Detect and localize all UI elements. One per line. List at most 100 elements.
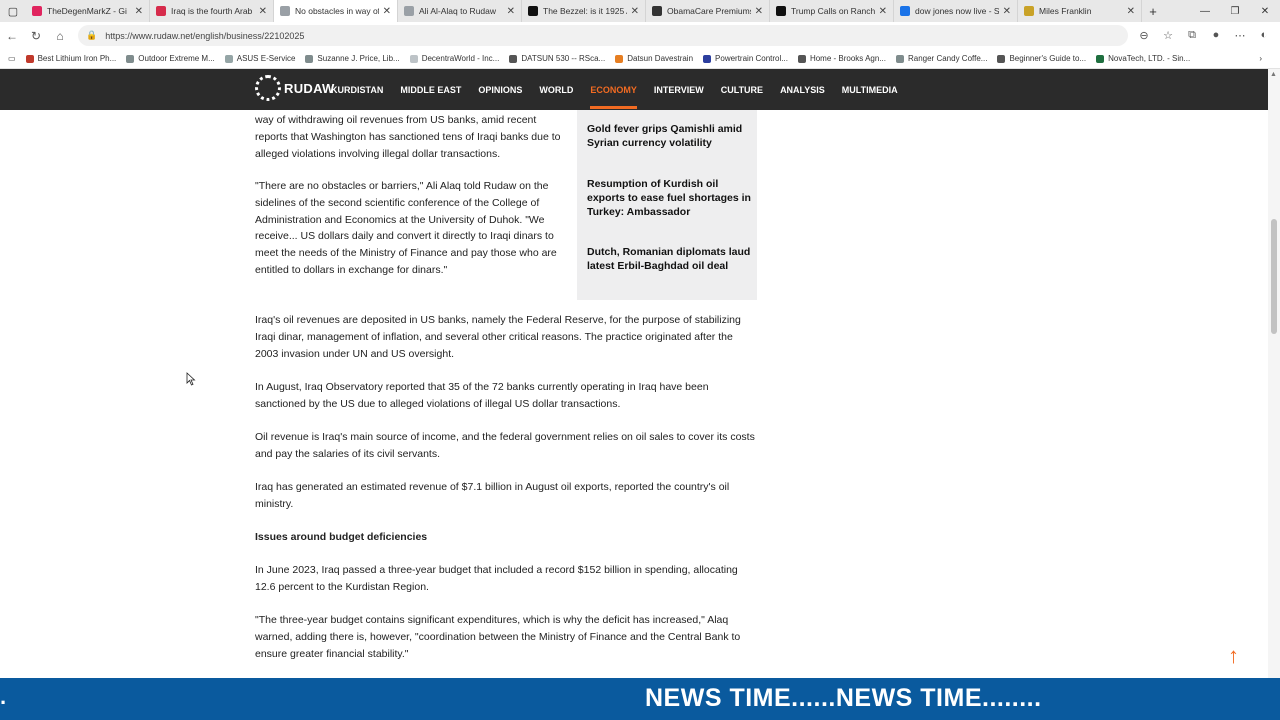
new-tab-icon[interactable]: + [1142, 4, 1164, 19]
bookmark-item[interactable]: NovaTech, LTD. - Sin... [1096, 54, 1190, 63]
tab-strip: ▢ TheDegenMarkZ - Gi ✕ Iraq is the fourth … [0, 0, 1280, 22]
bookmark-label: ASUS E-Service [236, 54, 296, 63]
bookmark-item[interactable]: DecentraWorld - Inc... [409, 54, 499, 63]
article-paragraph: Iraq's oil revenues are deposited in US … [255, 314, 741, 360]
bookmarks-menu-icon[interactable]: ▭ [8, 54, 16, 63]
menu-item-kurdistan[interactable]: KURDISTAN [331, 85, 383, 95]
browser-tab[interactable]: Ali Al-Alaq to Rudaw ✕ [398, 0, 522, 22]
back-icon[interactable]: ← [0, 24, 24, 48]
bookmark-favicon-icon [224, 54, 233, 63]
more-icon[interactable]: ⋯ [1230, 25, 1250, 45]
bookmark-favicon-icon [409, 54, 418, 63]
refresh-icon[interactable]: ↻ [24, 24, 48, 48]
article-paragraph: In August, Iraq Observatory reported tha… [255, 381, 709, 410]
tab-close-icon[interactable]: ✕ [507, 6, 515, 17]
tab-close-icon[interactable]: ✕ [259, 6, 267, 17]
article-subheading: Issues around budget deficiencies [255, 531, 428, 543]
copilot-icon[interactable]: ◐ [1254, 25, 1274, 45]
favorite-icon[interactable]: ☆ [1158, 25, 1178, 45]
site-logo[interactable]: RUDAW [255, 75, 335, 101]
bookmark-label: Beginner's Guide to... [1009, 54, 1087, 63]
bookmark-item[interactable]: Beginner's Guide to... [997, 54, 1086, 63]
bookmark-favicon-icon [615, 54, 624, 63]
menu-item-economy[interactable]: ECONOMY [590, 85, 637, 109]
browser-tab[interactable]: No obstacles in way of ✕ [274, 0, 398, 22]
article-paragraph: "There are no obstacles or barriers," Al… [255, 180, 557, 276]
tab-actions-icon[interactable]: ▢ [0, 0, 26, 22]
tab-title: No obstacles in way of [295, 6, 379, 16]
tab-title: TheDegenMarkZ - Gi [47, 6, 127, 16]
menu-item-interview[interactable]: INTERVIEW [654, 85, 704, 95]
navigation-bar: ← ↻ ⌂ 🔒 https://www.rudaw.net/english/bu… [0, 22, 1280, 49]
bookmark-item[interactable]: Suzanne J. Price, Lib... [305, 54, 400, 63]
collections-icon[interactable]: ⧉ [1182, 25, 1202, 45]
logo-text: RUDAW [284, 80, 335, 96]
bookmark-label: Best Lithium Iron Ph... [37, 54, 117, 63]
menu-item-middle-east[interactable]: MIDDLE EAST [400, 85, 461, 95]
tab-close-icon[interactable]: ✕ [631, 6, 639, 17]
bookmark-favicon-icon [895, 54, 904, 63]
bookmark-favicon-icon [703, 54, 712, 63]
bookmarks-list: Best Lithium Iron Ph... Outdoor Extreme M… [16, 54, 1190, 63]
tab-close-icon[interactable]: ✕ [383, 6, 391, 17]
bookmark-item[interactable]: Powertrain Control... [703, 54, 788, 63]
toolbar-right: ⊖ ☆ ⧉ ● ⋯ ◐ [1134, 25, 1274, 45]
article-paragraph: way of withdrawing oil revenues from US … [255, 114, 561, 160]
bookmark-label: Home - Brooks Agn... [809, 54, 886, 63]
back-to-top-icon[interactable]: ↑ [1228, 645, 1239, 667]
browser-tab[interactable]: Miles Franklin ✕ [1018, 0, 1142, 22]
page-scrollbar[interactable]: ▲ [1268, 69, 1280, 678]
window-close-icon[interactable]: ✕ [1250, 0, 1280, 22]
menu-item-multimedia[interactable]: MULTIMEDIA [842, 85, 898, 95]
browser-tab[interactable]: dow jones now live - S ✕ [894, 0, 1018, 22]
logo-sun-icon [255, 75, 281, 101]
browser-tab[interactable]: Iraq is the fourth Arab ✕ [150, 0, 274, 22]
article-paragraph: Iraq has generated an estimated revenue … [255, 481, 730, 510]
bookmark-item[interactable]: ASUS E-Service [224, 54, 296, 63]
site-header: RUDAW KURDISTAN MIDDLE EAST OPINIONS WORLD E… [0, 69, 1268, 110]
bookmark-favicon-icon [1096, 54, 1105, 63]
window-controls: — ❐ ✕ [1190, 0, 1280, 22]
browser-tab[interactable]: The Bezzel: is it 1925 A ✕ [522, 0, 646, 22]
tab-close-icon[interactable]: ✕ [879, 6, 887, 17]
bookmark-label: Suzanne J. Price, Lib... [317, 54, 400, 63]
bookmark-item[interactable]: Home - Brooks Agn... [797, 54, 886, 63]
menu-item-culture[interactable]: CULTURE [721, 85, 763, 95]
bookmarks-overflow-icon[interactable]: › [1259, 54, 1262, 63]
ticker-left-text: . [0, 684, 7, 709]
related-article-link[interactable]: Resumption of Kurdish oil exports to eas… [587, 177, 752, 219]
related-article-link[interactable]: Gold fever grips Qamishli amid Syrian cu… [587, 122, 752, 150]
menu-item-opinions[interactable]: OPINIONS [478, 85, 522, 95]
bookmark-item[interactable]: Outdoor Extreme M... [126, 54, 215, 63]
home-icon[interactable]: ⌂ [48, 24, 72, 48]
bookmark-favicon-icon [25, 54, 34, 63]
news-ticker: . NEWS TIME......NEWS TIME........ [0, 678, 1280, 720]
tab-title: The Bezzel: is it 1925 A [543, 6, 627, 16]
scrollbar-thumb[interactable] [1271, 219, 1277, 334]
tab-close-icon[interactable]: ✕ [1003, 6, 1011, 17]
profile-icon[interactable]: ● [1206, 25, 1226, 45]
minimize-icon[interactable]: — [1190, 0, 1220, 22]
menu-item-world[interactable]: WORLD [539, 85, 573, 95]
browser-tab[interactable]: TheDegenMarkZ - Gi ✕ [26, 0, 150, 22]
browser-tab[interactable]: Trump Calls on Ranchers ✕ [770, 0, 894, 22]
bookmark-item[interactable]: DATSUN 530 -- RSca... [509, 54, 605, 63]
tab-close-icon[interactable]: ✕ [135, 6, 143, 17]
tab-close-icon[interactable]: ✕ [1127, 6, 1135, 17]
restore-icon[interactable]: ❐ [1220, 0, 1250, 22]
bookmark-item[interactable]: Datsun Davestrain [615, 54, 693, 63]
tab-close-icon[interactable]: ✕ [755, 6, 763, 17]
bookmark-item[interactable]: Ranger Candy Coffe... [895, 54, 987, 63]
read-aloud-icon[interactable]: ⊖ [1134, 25, 1154, 45]
scroll-up-icon[interactable]: ▲ [1270, 71, 1277, 78]
browser-tab[interactable]: ObamaCare Premiums ✕ [646, 0, 770, 22]
bookmark-label: Datsun Davestrain [627, 54, 694, 63]
address-bar[interactable]: 🔒 https://www.rudaw.net/english/business… [78, 25, 1128, 46]
related-article-link[interactable]: Dutch, Romanian diplomats laud latest Er… [587, 245, 752, 273]
menu-item-analysis[interactable]: ANALYSIS [780, 85, 825, 95]
bookmark-label: DATSUN 530 -- RSca... [521, 54, 606, 63]
bookmark-item[interactable]: Best Lithium Iron Ph... [25, 54, 117, 63]
ticker-text: NEWS TIME......NEWS TIME........ [645, 684, 1042, 712]
tab-title: ObamaCare Premiums [667, 6, 751, 16]
bookmark-label: NovaTech, LTD. - Sin... [1108, 54, 1191, 63]
